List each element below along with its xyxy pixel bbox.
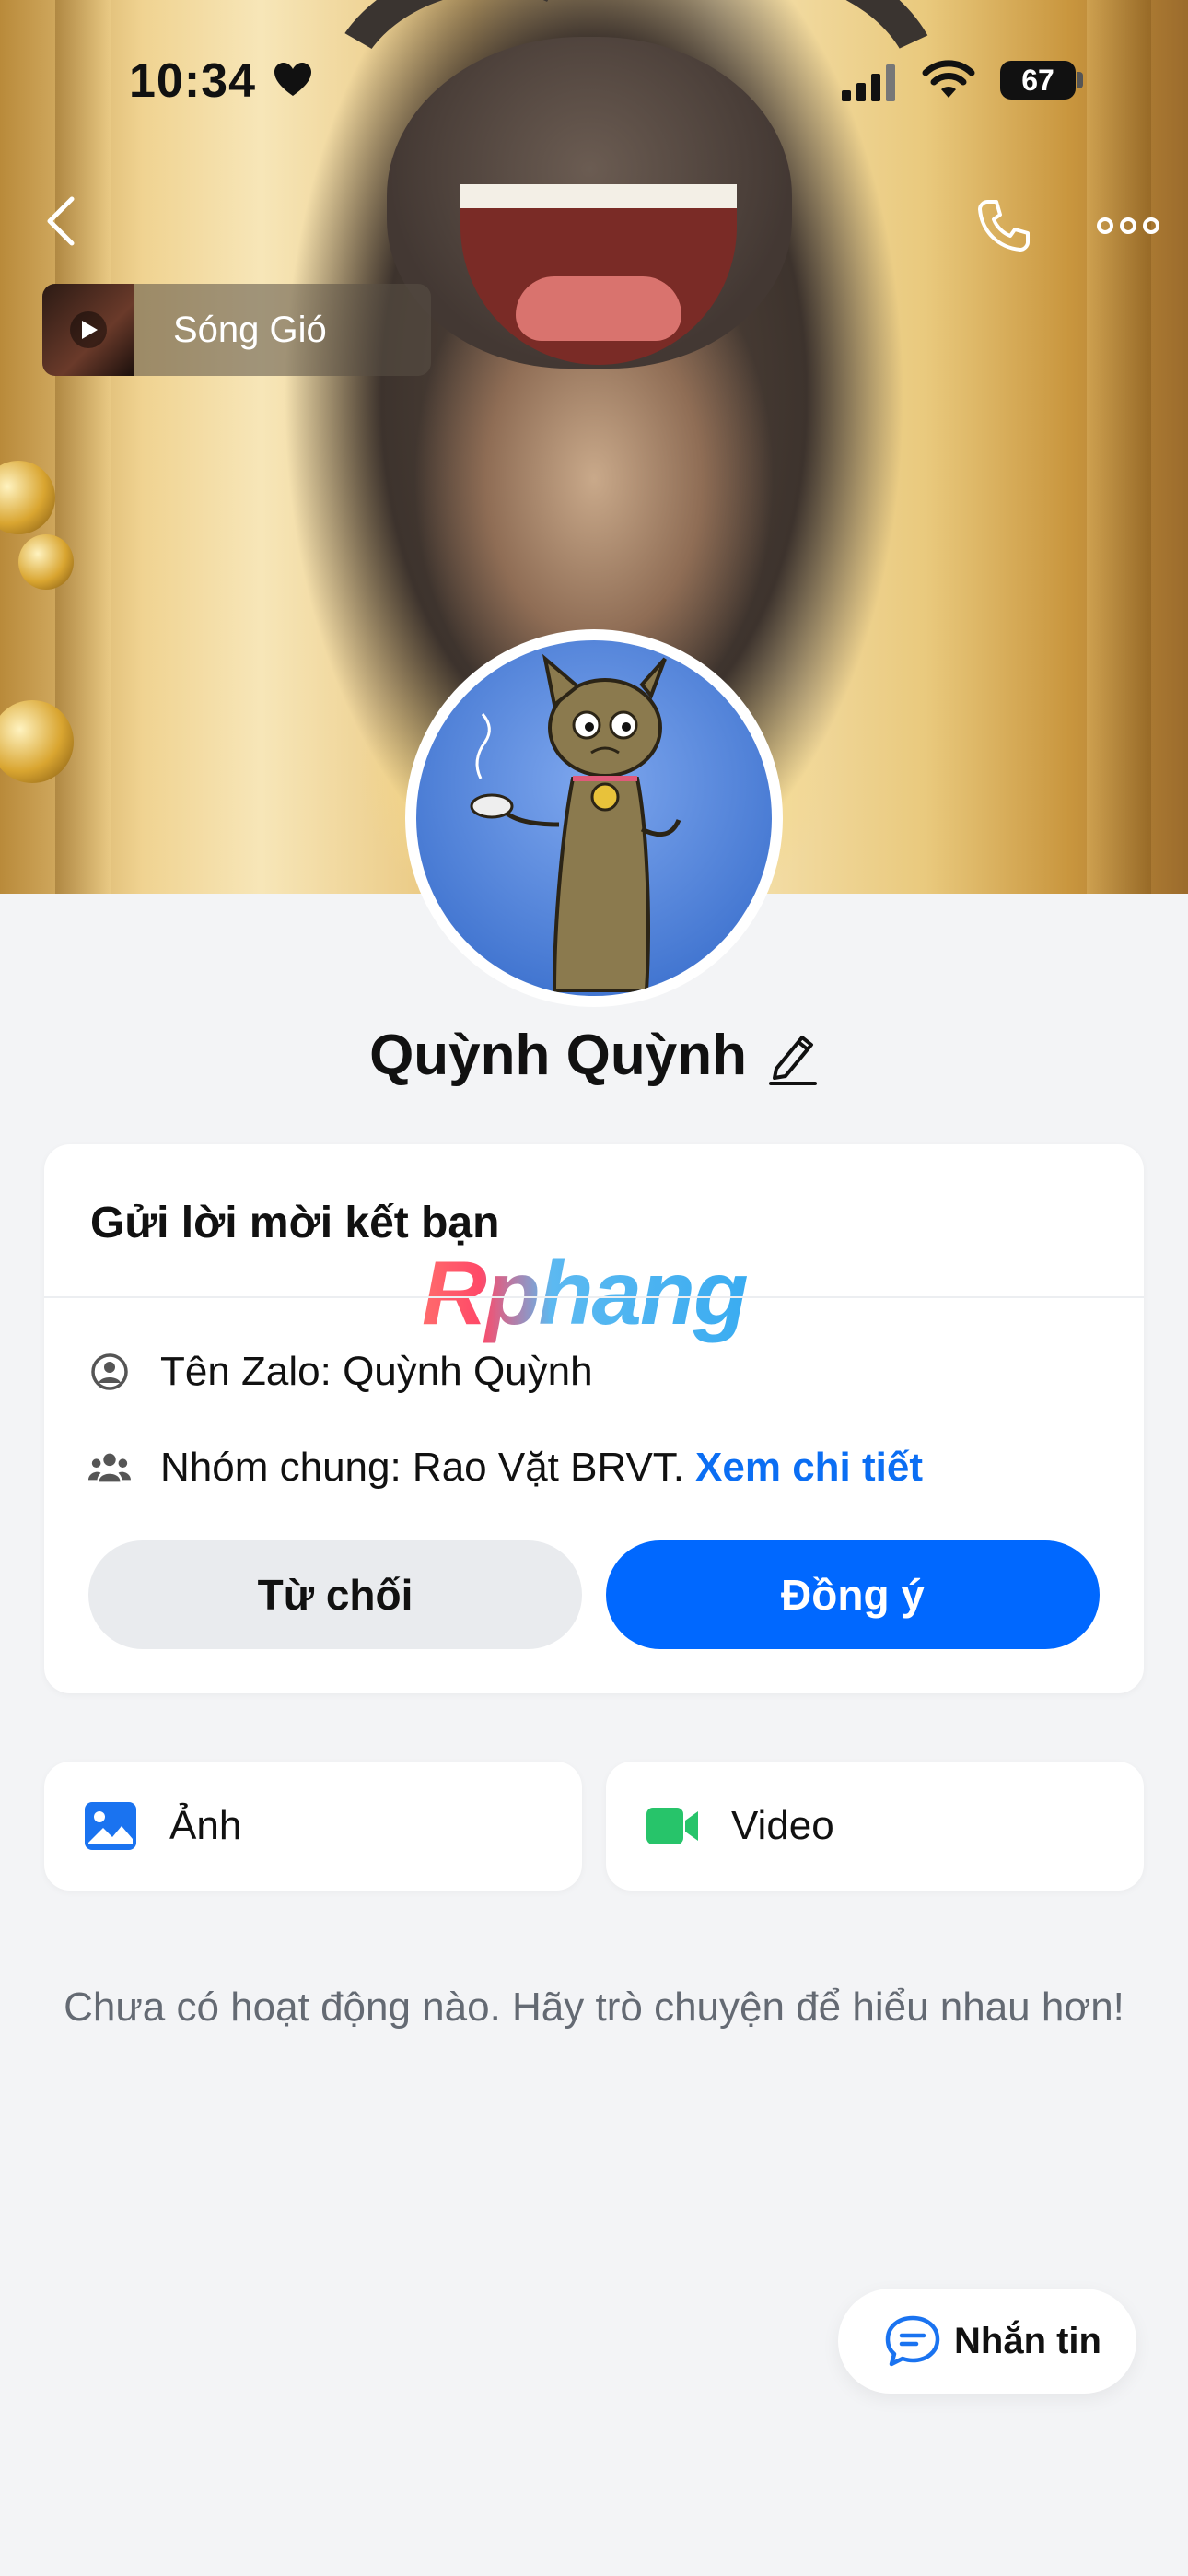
profile-name: Quỳnh Quỳnh	[369, 1024, 747, 1087]
friend-request-card: Gửi lời mời kết bạn Rphang Tên Zalo: Quỳ…	[44, 1144, 1144, 1693]
profile-music-chip[interactable]: Sóng Gió	[42, 284, 431, 376]
send-message-label: Nhắn tin	[954, 2320, 1101, 2361]
play-button[interactable]	[70, 311, 107, 348]
play-icon	[82, 321, 98, 339]
watermark-logo: Rphang	[422, 1242, 749, 1343]
edit-pencil-icon[interactable]	[767, 1026, 819, 1085]
heart-icon	[274, 63, 311, 96]
gold-ball-decor	[0, 461, 55, 534]
battery-level: 67	[1021, 63, 1054, 97]
cat-cartoon-illustration	[470, 653, 681, 992]
status-bar: 10:34 67	[0, 0, 1188, 138]
common-group-row: Nhóm chung: Rao Vặt BRVT. Xem chi tiết	[88, 1445, 923, 1491]
avatar-image	[416, 640, 772, 996]
gold-ball-decor	[18, 534, 74, 590]
battery-indicator: 67	[1000, 61, 1076, 100]
photos-label: Ảnh	[169, 1803, 242, 1848]
chevron-left-icon	[47, 196, 75, 246]
profile-name-row: Quỳnh Quỳnh	[0, 1023, 1188, 1088]
more-options-button[interactable]	[1091, 198, 1165, 253]
card-divider	[44, 1296, 1144, 1298]
status-time: 10:34	[129, 54, 256, 108]
videos-label: Video	[731, 1803, 834, 1848]
common-group-text: Nhóm chung: Rao Vặt BRVT.	[160, 1445, 685, 1490]
accept-button[interactable]: Đồng ý	[606, 1540, 1100, 1649]
call-button[interactable]	[972, 193, 1036, 258]
zalo-name-text: Tên Zalo: Quỳnh Quỳnh	[160, 1349, 593, 1394]
chat-bubble-icon	[885, 2315, 940, 2367]
photo-gallery-icon	[85, 1802, 136, 1850]
battery-tip	[1077, 72, 1083, 88]
avatar[interactable]	[405, 629, 783, 1007]
send-message-button[interactable]: Nhắn tin	[838, 2289, 1136, 2394]
zalo-name-row: Tên Zalo: Quỳnh Quỳnh	[88, 1349, 593, 1395]
video-camera-icon	[646, 1808, 698, 1844]
music-title: Sóng Gió	[173, 309, 327, 350]
decline-button[interactable]: Từ chối	[88, 1540, 582, 1649]
group-users-icon	[88, 1453, 131, 1482]
cellular-signal-icon	[842, 64, 895, 101]
music-thumbnail	[42, 284, 134, 376]
videos-button[interactable]: Video	[606, 1762, 1144, 1891]
buffalo-tongue	[516, 276, 681, 341]
empty-activity-text: Chưa có hoạt động nào. Hãy trò chuyện để…	[64, 1985, 1124, 2030]
back-button[interactable]	[37, 193, 83, 249]
phone-icon	[978, 200, 1030, 252]
wifi-icon	[922, 60, 975, 98]
user-circle-icon	[91, 1353, 128, 1390]
more-horizontal-icon	[1097, 217, 1159, 234]
photos-button[interactable]: Ảnh	[44, 1762, 582, 1891]
view-details-link[interactable]: Xem chi tiết	[695, 1445, 923, 1491]
